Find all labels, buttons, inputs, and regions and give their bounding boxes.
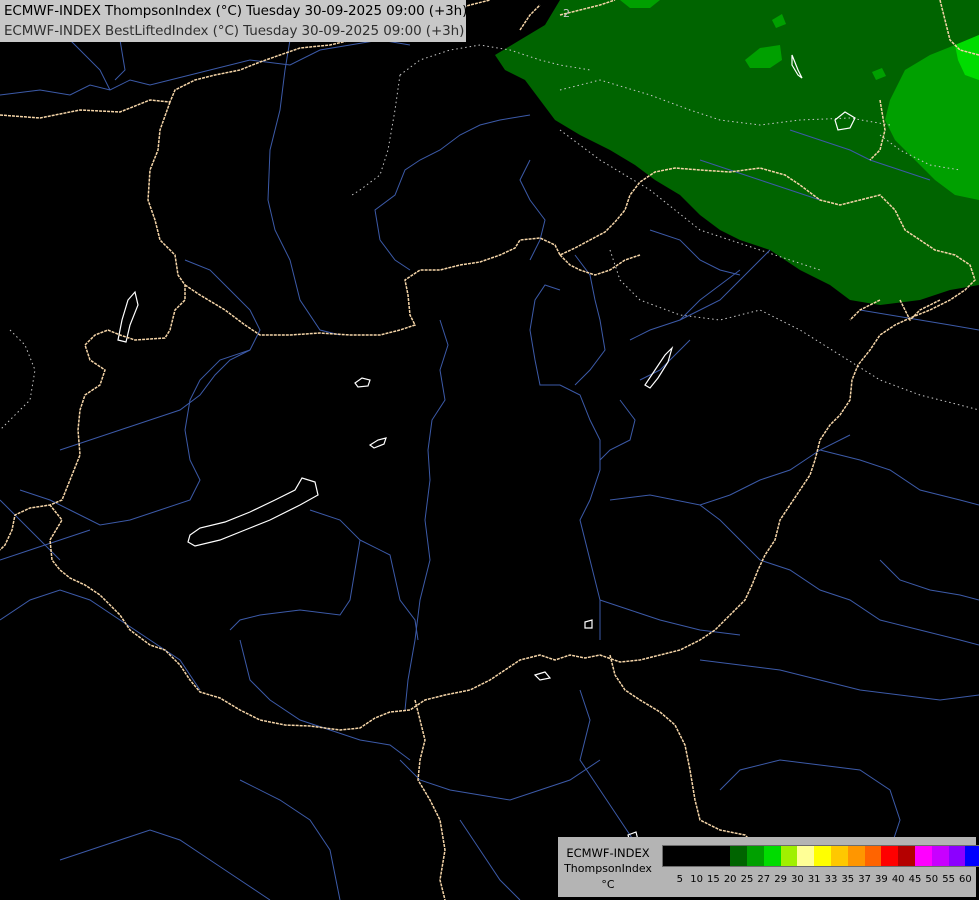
legend-swatch: [965, 846, 979, 866]
weather-map: 2: [0, 0, 979, 900]
legend-tick-label: 25: [740, 874, 754, 885]
contour-label: 2: [563, 7, 570, 20]
legend-tick-label: 40: [891, 874, 905, 885]
legend-tick-label: 35: [841, 874, 855, 885]
legend-tick-label: 60: [959, 874, 972, 885]
legend-swatch: [679, 846, 697, 866]
legend-color-scale: [662, 845, 979, 867]
legend-swatch: [713, 846, 731, 866]
legend-swatch: [898, 846, 915, 866]
legend-ticks: 5 10 15 20 25 27 29 30 31 33 35 37 39 40 45 50 55 60: [662, 874, 972, 888]
legend-tick-label: 31: [807, 874, 821, 885]
legend-swatch: [864, 846, 882, 866]
legend-swatch: [663, 846, 680, 866]
legend-tick-label: 33: [824, 874, 838, 885]
legend-swatch: [814, 846, 831, 866]
legend-model: ECMWF-INDEX: [566, 846, 650, 860]
legend-swatch: [730, 846, 747, 866]
legend-swatch: [914, 846, 932, 866]
legend-tick-label: 15: [707, 874, 720, 885]
legend-swatch: [948, 846, 966, 866]
legend-swatch: [847, 846, 865, 866]
color-legend: ECMWF-INDEX ThompsonIndex °C 5 10 15 20 25 27…: [558, 837, 979, 897]
map-title-box: ECMWF-INDEX ThompsonIndex (°C) Tuesday 3…: [0, 0, 468, 42]
legend-unit: °C: [601, 878, 615, 891]
map-title-thompson: ECMWF-INDEX ThompsonIndex (°C) Tuesday 3…: [4, 3, 468, 19]
legend-tick-label: 29: [774, 874, 787, 885]
legend-tick-label: 5: [676, 874, 683, 885]
legend-swatch: [797, 846, 815, 866]
legend-swatch: [696, 846, 714, 866]
legend-tick-label: 45: [908, 874, 922, 885]
legend-tick-label: 10: [690, 874, 703, 885]
legend-tick-label: 50: [925, 874, 939, 885]
legend-tick-label: 20: [723, 874, 737, 885]
legend-swatch: [780, 846, 798, 866]
legend-tick-label: 39: [875, 874, 888, 885]
map-title-lifted: ECMWF-INDEX BestLiftedIndex (°C) Tuesday…: [4, 23, 465, 39]
legend-swatch: [746, 846, 764, 866]
legend-parameter: ThompsonIndex: [564, 862, 652, 875]
legend-swatch: [763, 846, 781, 866]
legend-tick-label: 37: [858, 874, 871, 885]
legend-swatch: [881, 846, 899, 866]
legend-swatch: [830, 846, 848, 866]
legend-swatch: [931, 846, 949, 866]
legend-tick-label: 30: [791, 874, 804, 885]
legend-tick-label: 27: [757, 874, 771, 885]
legend-tick-label: 55: [942, 874, 955, 885]
